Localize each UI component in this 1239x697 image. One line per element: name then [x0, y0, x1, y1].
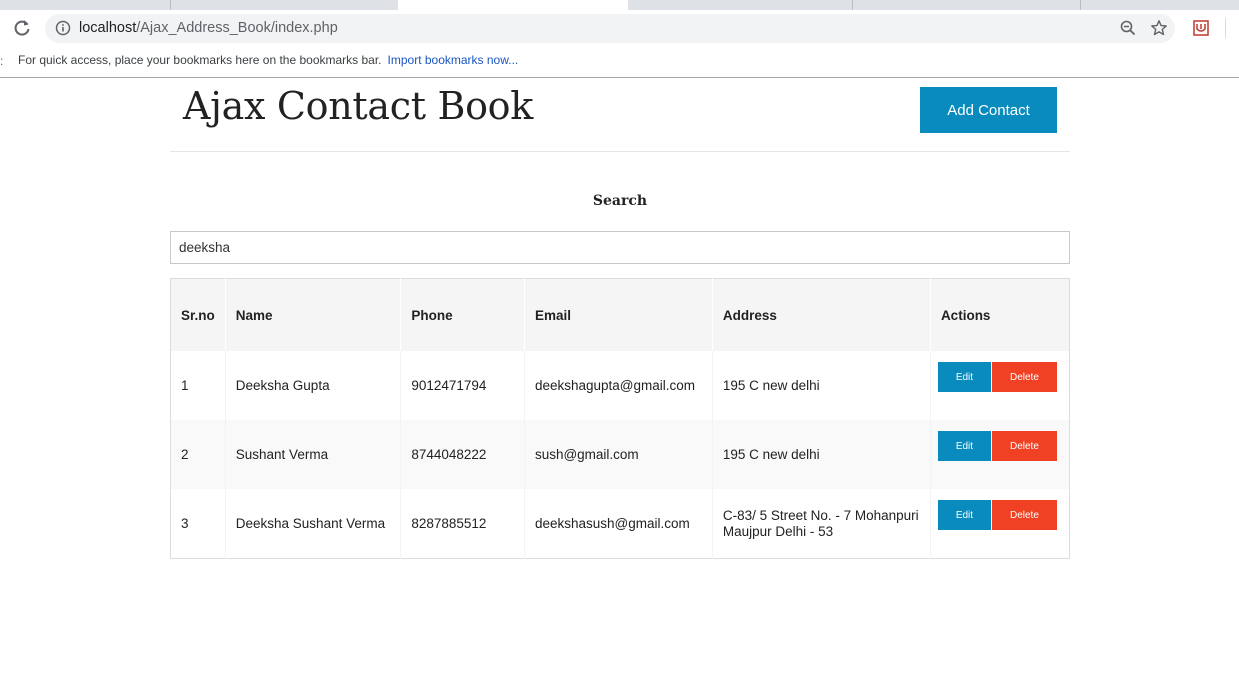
table-row: 3 Deeksha Sushant Verma 8287885512 deeks…	[170, 489, 1070, 559]
cell-name: Deeksha Sushant Verma	[225, 489, 402, 559]
row-actions: Edit Delete	[937, 362, 1057, 392]
url-path: /Ajax_Address_Book/index.php	[136, 20, 338, 36]
cell-email: deekshasush@gmail.com	[524, 489, 713, 559]
search-label: Search	[592, 193, 648, 209]
tab-divider	[170, 0, 171, 10]
column-header-srno: Sr.no	[170, 278, 226, 351]
cell-address: C-83/ 5 Street No. - 7 Mohanpuri Maujpur…	[712, 489, 931, 559]
main-container: Ajax Contact Book Add Contact Search Sr.…	[170, 78, 1070, 559]
page-title: Ajax Contact Book	[183, 84, 533, 128]
column-header-actions: Actions	[930, 278, 1070, 351]
add-contact-button[interactable]: Add Contact	[920, 87, 1057, 133]
cell-name: Deeksha Gupta	[225, 351, 402, 420]
cell-phone: 9012471794	[400, 351, 525, 420]
edit-button[interactable]: Edit	[937, 431, 991, 461]
extension-icon[interactable]	[1192, 19, 1210, 37]
page-content: Ajax Contact Book Add Contact Search Sr.…	[0, 78, 1239, 697]
reload-icon[interactable]	[12, 18, 32, 38]
bookmarks-bar: : For quick access, place your bookmarks…	[0, 46, 1239, 78]
delete-button[interactable]: Delete	[991, 431, 1057, 461]
tab-strip	[0, 0, 1239, 10]
delete-button[interactable]: Delete	[991, 500, 1057, 530]
active-tab[interactable]	[398, 0, 628, 10]
cell-address: 195 C new delhi	[712, 351, 931, 420]
cell-srno: 2	[170, 420, 226, 489]
delete-button[interactable]: Delete	[991, 362, 1057, 392]
column-header-phone: Phone	[400, 278, 525, 351]
import-bookmarks-link[interactable]: Import bookmarks now...	[388, 53, 519, 67]
info-icon[interactable]	[55, 20, 71, 36]
column-header-address: Address	[712, 278, 931, 351]
column-header-email: Email	[524, 278, 713, 351]
cell-actions: Edit Delete	[930, 351, 1070, 420]
cell-srno: 1	[170, 351, 226, 420]
contacts-table: Sr.no Name Phone Email Address Actions 1…	[170, 278, 1070, 559]
url-text[interactable]: localhost/Ajax_Address_Book/index.php	[79, 20, 338, 36]
column-header-name: Name	[225, 278, 402, 351]
toolbar-divider	[1225, 18, 1226, 38]
edit-button[interactable]: Edit	[937, 500, 991, 530]
apps-icon[interactable]: :	[0, 54, 6, 68]
cell-srno: 3	[170, 489, 226, 559]
search-input[interactable]	[170, 231, 1070, 264]
edit-button[interactable]: Edit	[937, 362, 991, 392]
zoom-icon[interactable]	[1119, 19, 1137, 37]
row-actions: Edit Delete	[937, 431, 1057, 461]
table-row: 2 Sushant Verma 8744048222 sush@gmail.co…	[170, 420, 1070, 489]
url-host: localhost	[79, 20, 137, 36]
bookmarks-hint: For quick access, place your bookmarks h…	[18, 53, 518, 67]
address-bar[interactable]: localhost/Ajax_Address_Book/index.php	[45, 14, 1175, 43]
cell-name: Sushant Verma	[225, 420, 402, 489]
row-actions: Edit Delete	[937, 500, 1057, 530]
tab-divider	[1080, 0, 1081, 10]
cell-phone: 8744048222	[400, 420, 525, 489]
cell-actions: Edit Delete	[930, 489, 1070, 559]
cell-phone: 8287885512	[400, 489, 525, 559]
cell-actions: Edit Delete	[930, 420, 1070, 489]
table-row: 1 Deeksha Gupta 9012471794 deekshagupta@…	[170, 351, 1070, 420]
bookmarks-hint-text: For quick access, place your bookmarks h…	[18, 53, 382, 67]
cell-email: deekshagupta@gmail.com	[524, 351, 713, 420]
tab-divider	[852, 0, 853, 10]
table-header-row: Sr.no Name Phone Email Address Actions	[170, 278, 1070, 351]
cell-address: 195 C new delhi	[712, 420, 931, 489]
browser-toolbar: localhost/Ajax_Address_Book/index.php	[0, 10, 1239, 46]
site-header: Ajax Contact Book Add Contact	[170, 78, 1070, 152]
star-icon[interactable]	[1150, 19, 1168, 37]
cell-email: sush@gmail.com	[524, 420, 713, 489]
